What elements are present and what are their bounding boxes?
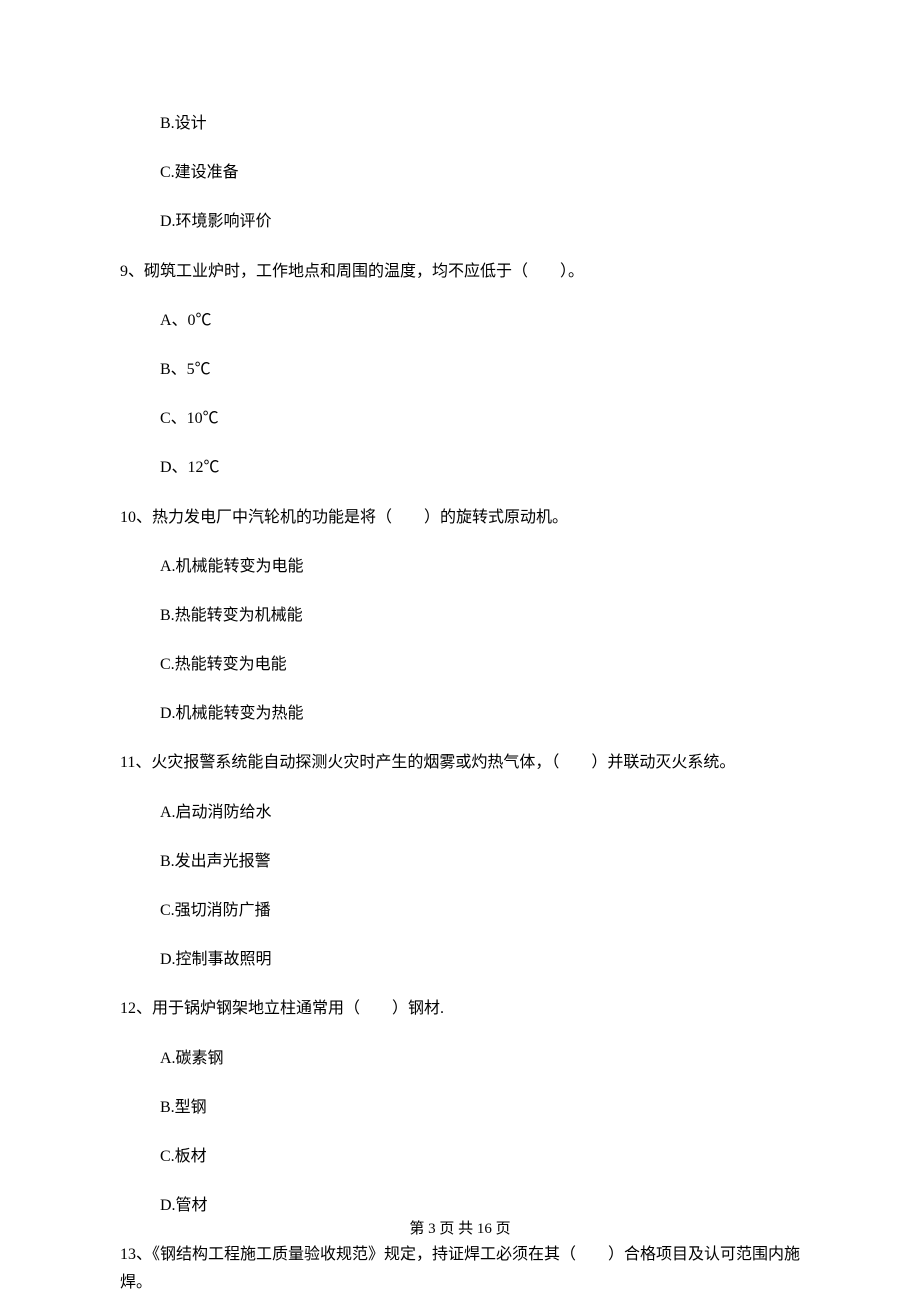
q11-option-b: B.发出声光报警 [120,848,800,875]
q10-stem: 10、热力发电厂中汽轮机的功能是将（ ）的旋转式原动机。 [120,504,800,531]
q9-option-c: C、10℃ [120,405,800,432]
q11-option-d: D.控制事故照明 [120,946,800,973]
q12-option-c: C.板材 [120,1143,800,1170]
q11-stem: 11、火灾报警系统能自动探测火灾时产生的烟雾或灼热气体，（ ）并联动灭火系统。 [120,749,800,776]
q10-option-c: C.热能转变为电能 [120,651,800,678]
q10-option-a: A.机械能转变为电能 [120,553,800,580]
q10-option-b: B.热能转变为机械能 [120,602,800,629]
q9-option-a: A、0℃ [120,307,800,334]
q8-option-c: C.建设准备 [120,159,800,186]
page-footer: 第 3 页 共 16 页 [0,1217,920,1243]
q10-option-d: D.机械能转变为热能 [120,700,800,727]
q8-option-d: D.环境影响评价 [120,208,800,235]
page-content: B.设计 C.建设准备 D.环境影响评价 9、砌筑工业炉时，工作地点和周围的温度… [0,0,920,1296]
q8-option-b: B.设计 [120,110,800,137]
q12-option-b: B.型钢 [120,1094,800,1121]
q9-option-d: D、12℃ [120,454,800,481]
q11-option-a: A.启动消防给水 [120,799,800,826]
q11-option-c: C.强切消防广播 [120,897,800,924]
q9-stem: 9、砌筑工业炉时，工作地点和周围的温度，均不应低于（ ）。 [120,258,800,285]
q12-option-d: D.管材 [120,1192,800,1219]
q9-option-b: B、5℃ [120,356,800,383]
q12-option-a: A.碳素钢 [120,1045,800,1072]
q13-stem: 13、《钢结构工程施工质量验收规范》规定，持证焊工必须在其（ ）合格项目及认可范… [120,1241,800,1295]
q12-stem: 12、用于锅炉钢架地立柱通常用（ ）钢材. [120,995,800,1022]
